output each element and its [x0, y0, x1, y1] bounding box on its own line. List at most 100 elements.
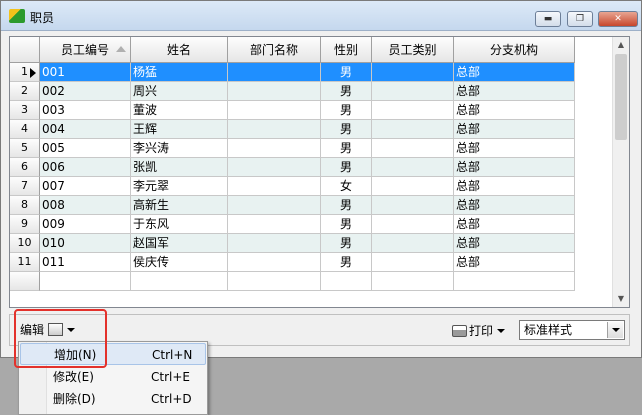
cell-name[interactable]: 李元翠: [131, 177, 228, 196]
close-button[interactable]: ✕: [598, 11, 638, 27]
cell-employee-id[interactable]: 008: [40, 196, 131, 215]
cell-branch[interactable]: 总部: [454, 120, 575, 139]
table-row[interactable]: 2 002 周兴 男 总部: [10, 82, 575, 101]
table-row[interactable]: 9 009 于东风 男 总部: [10, 215, 575, 234]
cell-employee-id[interactable]: 004: [40, 120, 131, 139]
cell-department[interactable]: [228, 215, 321, 234]
column-header-employee-id[interactable]: 员工编号: [40, 37, 131, 63]
cell-name[interactable]: 侯庆传: [131, 253, 228, 272]
cell-department[interactable]: [228, 120, 321, 139]
cell-employee-type[interactable]: [372, 234, 454, 253]
cell-gender[interactable]: 男: [321, 215, 372, 234]
table-row[interactable]: 5 005 李兴涛 男 总部: [10, 139, 575, 158]
table-row[interactable]: 3 003 董波 男 总部: [10, 101, 575, 120]
scroll-down-icon[interactable]: ▼: [613, 291, 629, 307]
row-number[interactable]: 4: [10, 120, 40, 139]
cell-gender[interactable]: 男: [321, 63, 372, 82]
menu-item-delete[interactable]: 删除(D) Ctrl+D: [20, 388, 206, 410]
row-number[interactable]: 7: [10, 177, 40, 196]
cell-name[interactable]: 董波: [131, 101, 228, 120]
print-button[interactable]: 打印: [452, 322, 506, 340]
scroll-up-icon[interactable]: ▲: [613, 37, 629, 53]
table-row[interactable]: 8 008 高新生 男 总部: [10, 196, 575, 215]
cell-department[interactable]: [228, 272, 321, 291]
cell-employee-type[interactable]: [372, 101, 454, 120]
cell-employee-id[interactable]: 011: [40, 253, 131, 272]
cell-employee-type[interactable]: [372, 120, 454, 139]
row-number[interactable]: 1: [10, 63, 40, 82]
cell-name[interactable]: 杨猛: [131, 63, 228, 82]
cell-employee-id[interactable]: 003: [40, 101, 131, 120]
cell-branch[interactable]: 总部: [454, 63, 575, 82]
menu-item-modify[interactable]: 修改(E) Ctrl+E: [20, 366, 206, 388]
row-number[interactable]: 2: [10, 82, 40, 101]
table-row[interactable]: 11 011 侯庆传 男 总部: [10, 253, 575, 272]
cell-employee-id[interactable]: 005: [40, 139, 131, 158]
table-row[interactable]: [10, 272, 575, 291]
cell-branch[interactable]: 总部: [454, 215, 575, 234]
cell-branch[interactable]: 总部: [454, 234, 575, 253]
cell-employee-type[interactable]: [372, 63, 454, 82]
scrollbar-thumb[interactable]: [615, 54, 627, 140]
row-number[interactable]: 5: [10, 139, 40, 158]
cell-gender[interactable]: 女: [321, 177, 372, 196]
cell-name[interactable]: 周兴: [131, 82, 228, 101]
cell-employee-id[interactable]: 009: [40, 215, 131, 234]
cell-gender[interactable]: 男: [321, 158, 372, 177]
cell-department[interactable]: [228, 82, 321, 101]
cell-branch[interactable]: 总部: [454, 101, 575, 120]
cell-name[interactable]: [131, 272, 228, 291]
cell-branch[interactable]: 总部: [454, 196, 575, 215]
row-number[interactable]: 8: [10, 196, 40, 215]
employee-grid[interactable]: 员工编号 姓名 部门名称 性别 员工类别 分支机构 1 001 杨猛男总部 2 002 周…: [9, 36, 630, 308]
cell-department[interactable]: [228, 63, 321, 82]
cell-employee-id[interactable]: [40, 272, 131, 291]
table-row[interactable]: 6 006 张凯 男 总部: [10, 158, 575, 177]
cell-gender[interactable]: 男: [321, 139, 372, 158]
column-header-gender[interactable]: 性别: [321, 37, 372, 63]
column-header-employee-type[interactable]: 员工类别: [372, 37, 454, 63]
cell-department[interactable]: [228, 234, 321, 253]
cell-name[interactable]: 赵国军: [131, 234, 228, 253]
row-number[interactable]: 10: [10, 234, 40, 253]
cell-gender[interactable]: 男: [321, 120, 372, 139]
table-row[interactable]: 7 007 李元翠 女 总部: [10, 177, 575, 196]
cell-gender[interactable]: 男: [321, 253, 372, 272]
cell-gender[interactable]: 男: [321, 234, 372, 253]
restore-button[interactable]: ❐: [567, 11, 593, 27]
table-row[interactable]: 4 004 王辉 男 总部: [10, 120, 575, 139]
cell-employee-id[interactable]: 006: [40, 158, 131, 177]
column-header-branch[interactable]: 分支机构: [454, 37, 575, 63]
cell-employee-type[interactable]: [372, 253, 454, 272]
cell-employee-id[interactable]: 007: [40, 177, 131, 196]
cell-employee-type[interactable]: [372, 196, 454, 215]
cell-branch[interactable]: 总部: [454, 177, 575, 196]
title-bar[interactable]: 职员 ▬ ❐ ✕: [1, 1, 641, 31]
cell-branch[interactable]: 总部: [454, 253, 575, 272]
row-number[interactable]: [10, 272, 40, 291]
cell-gender[interactable]: 男: [321, 82, 372, 101]
cell-name[interactable]: 于东风: [131, 215, 228, 234]
cell-employee-type[interactable]: [372, 177, 454, 196]
print-style-select[interactable]: 标准样式: [519, 320, 625, 340]
cell-branch[interactable]: [454, 272, 575, 291]
minimize-button[interactable]: ▬: [535, 11, 561, 27]
row-number[interactable]: 11: [10, 253, 40, 272]
cell-name[interactable]: 李兴涛: [131, 139, 228, 158]
cell-gender[interactable]: [321, 272, 372, 291]
table-row[interactable]: 1 001 杨猛 男 总部: [10, 63, 575, 82]
cell-employee-type[interactable]: [372, 215, 454, 234]
cell-department[interactable]: [228, 253, 321, 272]
cell-department[interactable]: [228, 196, 321, 215]
cell-employee-type[interactable]: [372, 272, 454, 291]
cell-branch[interactable]: 总部: [454, 158, 575, 177]
row-number[interactable]: 6: [10, 158, 40, 177]
table-row[interactable]: 10 010 赵国军 男 总部: [10, 234, 575, 253]
column-header-name[interactable]: 姓名: [131, 37, 228, 63]
column-header-department[interactable]: 部门名称: [228, 37, 321, 63]
row-number[interactable]: 9: [10, 215, 40, 234]
cell-employee-type[interactable]: [372, 139, 454, 158]
cell-name[interactable]: 张凯: [131, 158, 228, 177]
cell-department[interactable]: [228, 158, 321, 177]
cell-gender[interactable]: 男: [321, 196, 372, 215]
